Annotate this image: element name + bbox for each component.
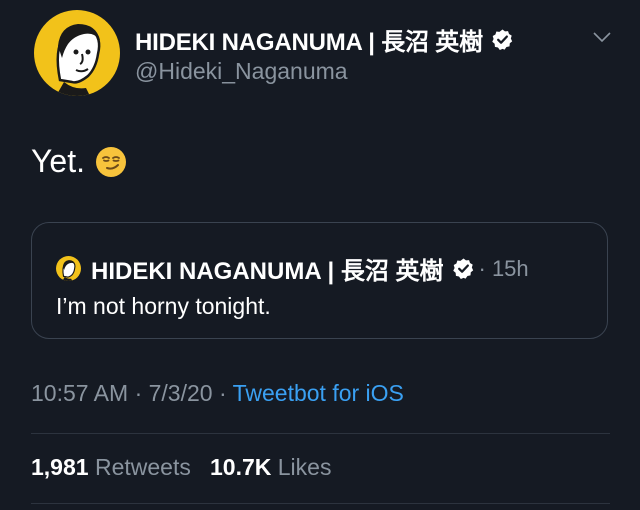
author-avatar[interactable] (34, 10, 120, 96)
quoted-tweet-header: HIDEKI NAGANUMA | 長沼 英樹 · 15h (56, 251, 529, 286)
quoted-tweet-text: I’m not horny tonight. (56, 293, 271, 319)
verified-badge-icon (452, 258, 473, 280)
author-name-text: HIDEKI NAGANUMA | 長沼 英樹 (135, 29, 483, 56)
tweet-client-link[interactable]: Tweetbot for iOS (233, 380, 404, 406)
likes-label: Likes (277, 454, 332, 480)
retweets-label: Retweets (94, 454, 191, 480)
quoted-author-avatar (56, 256, 81, 281)
tweet-timestamp: 10:57 AM · 7/3/20 · (31, 380, 233, 406)
divider (31, 433, 610, 434)
retweets-stat[interactable]: 1,981 Retweets (31, 454, 191, 480)
likes-stat[interactable]: 10.7K Likes (210, 454, 331, 480)
quoted-tweet-card[interactable]: HIDEKI NAGANUMA | 長沼 英樹 · 15h I’m not ho… (31, 222, 608, 339)
quoted-author-name: HIDEKI NAGANUMA | 長沼 英樹 (91, 258, 444, 285)
author-display-name[interactable]: HIDEKI NAGANUMA | 長沼 英樹 (135, 22, 514, 57)
cartoon-avatar-icon (56, 24, 101, 96)
tweet-text-content: Yet. (31, 143, 85, 179)
author-handle[interactable]: @Hideki_Naganuma (135, 58, 348, 85)
divider (31, 503, 610, 504)
quoted-tweet-time: · 15h (478, 255, 529, 281)
tweet-meta: 10:57 AM · 7/3/20 · Tweetbot for iOS (31, 380, 404, 407)
smirking-face-emoji-icon (95, 146, 126, 177)
likes-count: 10.7K (210, 454, 272, 480)
retweets-count: 1,981 (31, 454, 89, 480)
cartoon-avatar-icon (62, 260, 76, 281)
verified-badge-icon (492, 29, 513, 51)
tweet-text: Yet. (31, 143, 127, 180)
chevron-down-icon[interactable] (592, 30, 612, 44)
tweet-stats: 1,981 Retweets 10.7K Likes (31, 454, 331, 481)
